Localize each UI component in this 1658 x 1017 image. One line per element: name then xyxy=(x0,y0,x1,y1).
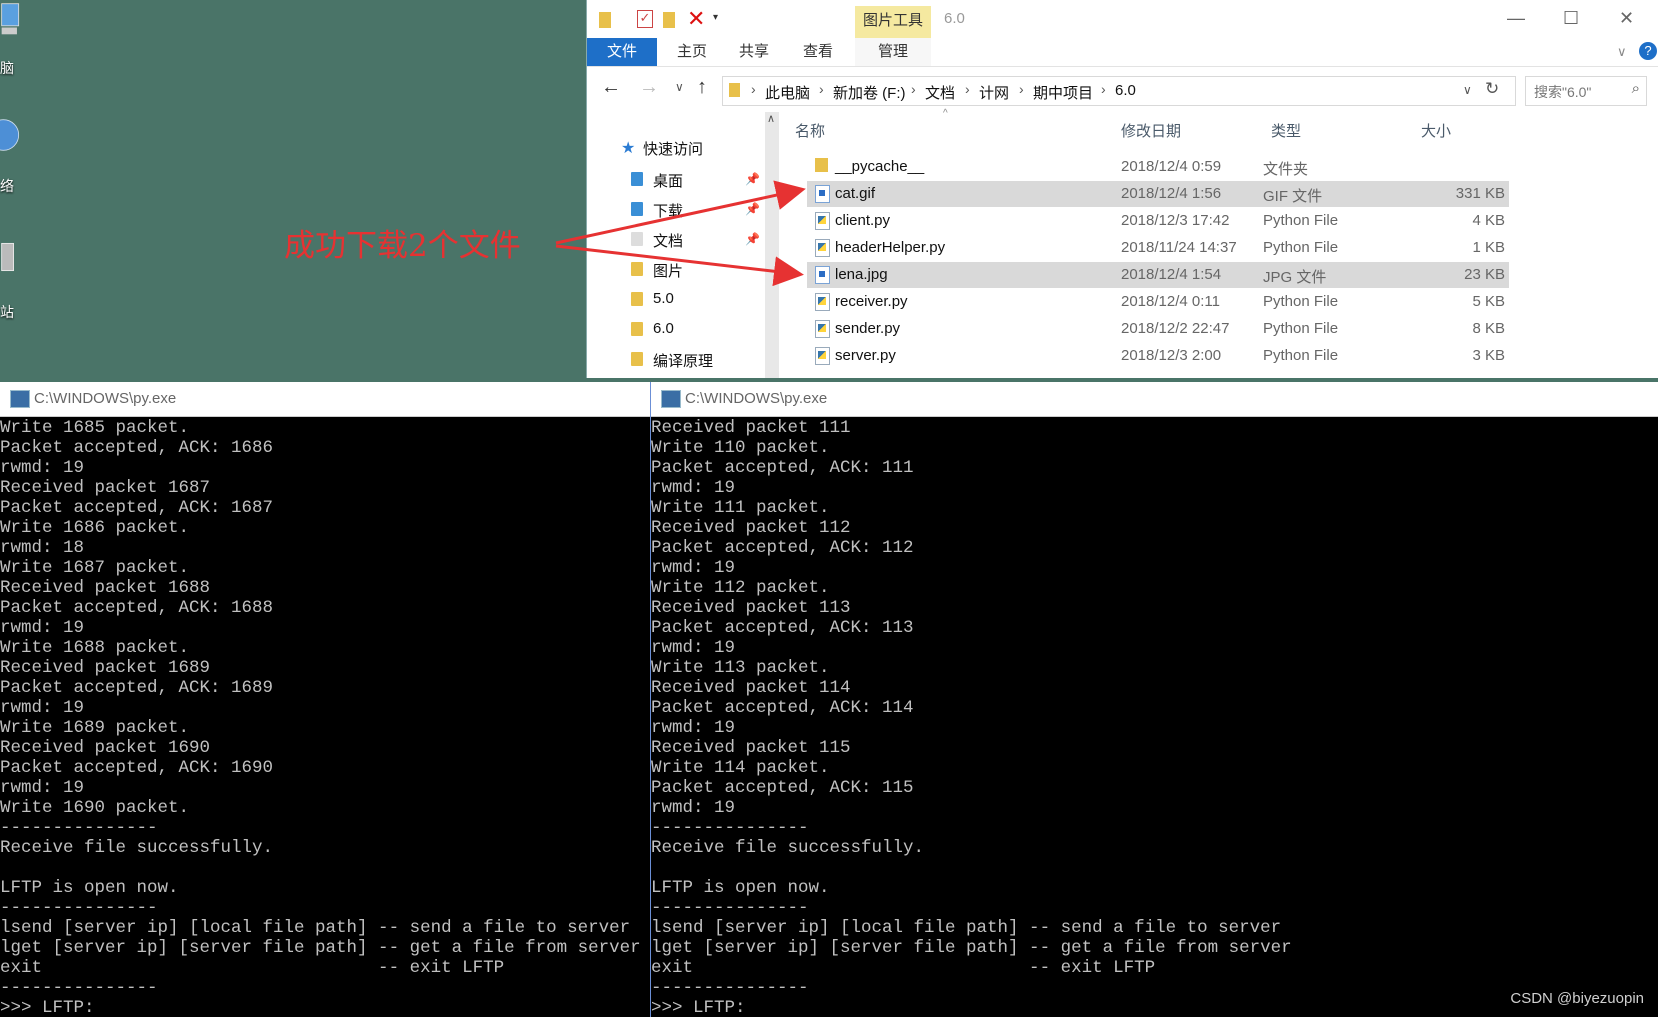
console-line: rwmd: 19 xyxy=(0,458,85,478)
console-line: --------------- xyxy=(651,898,809,918)
console-line: Write 1688 packet. xyxy=(0,638,190,658)
console-window-right[interactable]: C:\WINDOWS\py.exe Received packet 111 Wri… xyxy=(651,382,1658,1017)
console-app-icon xyxy=(10,390,30,408)
arrow-to-lena-jpg xyxy=(555,244,804,287)
console-line: Write 114 packet. xyxy=(651,758,830,778)
console-line: Write 1687 packet. xyxy=(0,558,190,578)
console-line: Packet accepted, ACK: 115 xyxy=(651,778,914,798)
console-line: Write 112 packet. xyxy=(651,578,830,598)
console-line: Received packet 1690 xyxy=(0,738,211,758)
console-line: Packet accepted, ACK: 111 xyxy=(651,458,914,478)
console-line: Received packet 1688 xyxy=(0,578,211,598)
console-line: Received packet 114 xyxy=(651,678,851,698)
console-line: Write 1689 packet. xyxy=(0,718,190,738)
console-line: >>> LFTP: xyxy=(651,998,746,1017)
console-line: Packet accepted, ACK: 1689 xyxy=(0,678,274,698)
console-line: Receive file successfully. xyxy=(0,838,274,858)
console-line: Write 1686 packet. xyxy=(0,518,190,538)
console-line: --------------- xyxy=(0,978,158,998)
console-line: Write 113 packet. xyxy=(651,658,830,678)
console-app-icon xyxy=(661,390,681,408)
console-line: exit -- exit LFTP xyxy=(0,958,505,978)
console-line: rwmd: 19 xyxy=(651,798,736,818)
console-line: Receive file successfully. xyxy=(651,838,925,858)
console-line: Received packet 113 xyxy=(651,598,851,618)
console-window-left[interactable]: C:\WINDOWS\py.exe Write 1685 packet. Pack… xyxy=(0,382,651,1017)
console-line: rwmd: 18 xyxy=(0,538,85,558)
console-line: Received packet 115 xyxy=(651,738,851,758)
console-line: exit -- exit LFTP xyxy=(651,958,1156,978)
console-line: LFTP is open now. xyxy=(0,878,179,898)
console-line: Packet accepted, ACK: 1686 xyxy=(0,438,274,458)
console-line: rwmd: 19 xyxy=(651,558,736,578)
console-line: Received packet 1689 xyxy=(0,658,211,678)
console-line: lget [server ip] [server file path] -- g… xyxy=(0,938,641,958)
console-line: Write 1685 packet. xyxy=(0,418,190,438)
arrow-to-cat-gif xyxy=(555,180,806,245)
console-titlebar: C:\WINDOWS\py.exe xyxy=(0,382,650,417)
console-line: Packet accepted, ACK: 1687 xyxy=(0,498,274,518)
console-output: Write 1685 packet. Packet accepted, ACK: … xyxy=(0,418,650,1017)
console-line: Packet accepted, ACK: 113 xyxy=(651,618,914,638)
annotation-arrows xyxy=(555,180,806,287)
console-line: rwmd: 19 xyxy=(0,778,85,798)
console-line: rwmd: 19 xyxy=(651,478,736,498)
console-line: >>> LFTP: xyxy=(0,998,95,1017)
watermark: CSDN @biyezuopin xyxy=(1510,990,1644,1007)
console-line: rwmd: 19 xyxy=(651,638,736,658)
console-title: C:\WINDOWS\py.exe xyxy=(685,390,828,407)
console-line: Packet accepted, ACK: 1688 xyxy=(0,598,274,618)
console-line: Packet accepted, ACK: 1690 xyxy=(0,758,274,778)
console-line: --------------- xyxy=(0,898,158,918)
console-line: lget [server ip] [server file path] -- g… xyxy=(651,938,1292,958)
console-line: lsend [server ip] [local file path] -- s… xyxy=(651,918,1282,938)
console-line: --------------- xyxy=(651,818,809,838)
console-line: lsend [server ip] [local file path] -- s… xyxy=(0,918,631,938)
console-line: --------------- xyxy=(651,978,809,998)
console-line: rwmd: 19 xyxy=(651,718,736,738)
console-line: Write 111 packet. xyxy=(651,498,830,518)
console-output: Received packet 111 Write 110 packet. Pack… xyxy=(651,418,1658,1017)
console-line: Write 1690 packet. xyxy=(0,798,190,818)
console-line: --------------- xyxy=(0,818,158,838)
console-line: Packet accepted, ACK: 112 xyxy=(651,538,914,558)
console-line: LFTP is open now. xyxy=(651,878,830,898)
console-title: C:\WINDOWS\py.exe xyxy=(34,390,177,407)
console-line: Received packet 112 xyxy=(651,518,851,538)
console-titlebar: C:\WINDOWS\py.exe xyxy=(651,382,1658,417)
console-line: Received packet 111 xyxy=(651,418,851,438)
console-line: Packet accepted, ACK: 114 xyxy=(651,698,914,718)
console-line: Received packet 1687 xyxy=(0,478,211,498)
console-line: Write 110 packet. xyxy=(651,438,830,458)
console-line: rwmd: 19 xyxy=(0,698,85,718)
console-line: rwmd: 19 xyxy=(0,618,85,638)
